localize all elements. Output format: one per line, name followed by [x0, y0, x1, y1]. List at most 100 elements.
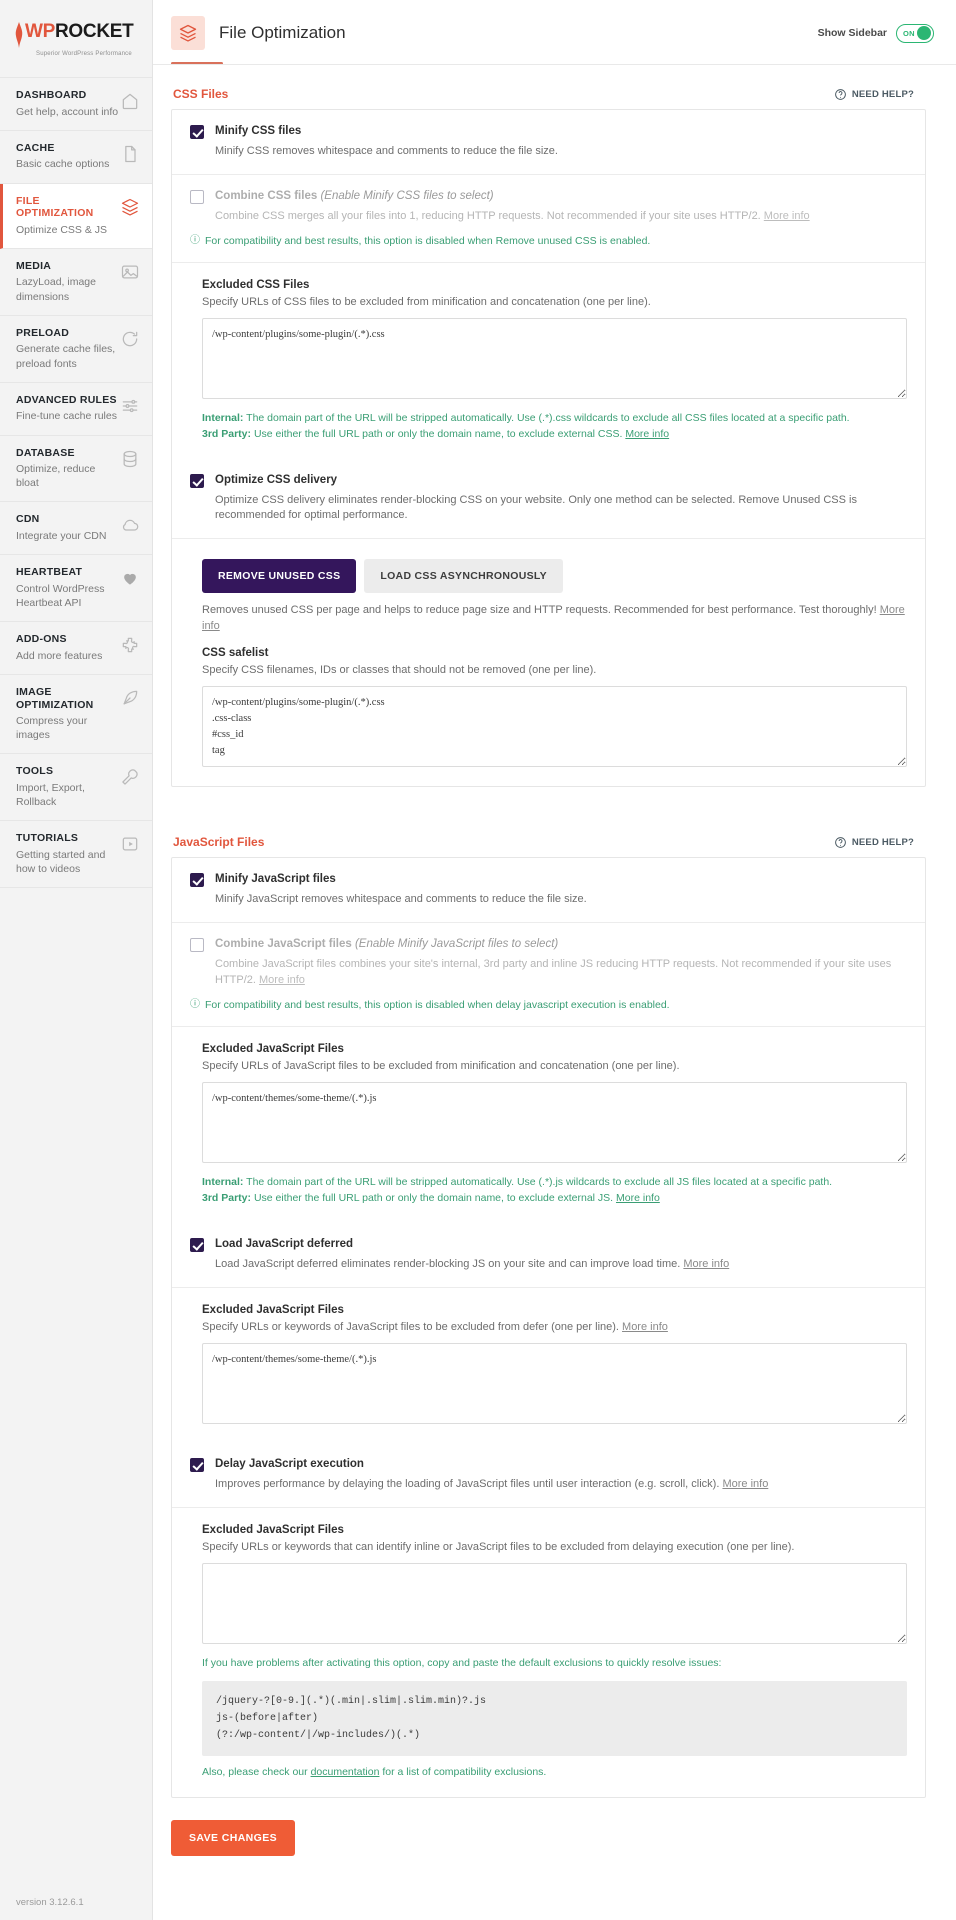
rocket-flame-icon — [15, 22, 23, 48]
css-safelist-textarea[interactable] — [202, 686, 907, 768]
optimize-css-delivery-checkbox[interactable] — [190, 473, 204, 488]
sidebar-item-tools[interactable]: TOOLS Import, Export, Rollback — [0, 754, 152, 822]
defer-excluded-block: Excluded JavaScript Files Specify URLs o… — [172, 1288, 925, 1443]
sidebar-item-media[interactable]: MEDIA LazyLoad, image dimensions — [0, 248, 152, 316]
logo: WPROCKET Superior WordPress Performance — [0, 0, 152, 77]
sidebar-item-tutorials[interactable]: TUTORIALS Getting started and how to vid… — [0, 821, 152, 889]
sidebar-item-subtitle: Optimize, reduce bloat — [16, 463, 96, 490]
defer-excluded-title: Excluded JavaScript Files — [202, 1303, 344, 1316]
sidebar-item-add-ons[interactable]: ADD-ONS Add more features — [0, 622, 152, 675]
combine-js-checkbox[interactable] — [190, 938, 204, 953]
css-files-panel: Minify CSS files Minify CSS removes whit… — [171, 109, 926, 788]
sidebar-item-dashboard[interactable]: DASHBOARD Get help, account info — [0, 78, 152, 131]
excluded-js-textarea[interactable] — [202, 1082, 907, 1164]
sidebar-item-title: TOOLS — [16, 765, 54, 778]
combine-css-checkbox[interactable] — [190, 189, 204, 204]
documentation-link[interactable]: documentation — [311, 1766, 380, 1778]
defer-excluded-textarea[interactable] — [202, 1342, 907, 1424]
sidebar-item-title: FILE OPTIMIZATION — [16, 194, 94, 220]
delay-excluded-block: Excluded JavaScript Files Specify URLs o… — [172, 1508, 925, 1798]
defer-excluded-more-info-link[interactable]: More info — [622, 1321, 668, 1333]
combine-css-label: Combine CSS files (Enable Minify CSS fil… — [215, 189, 494, 204]
delay-documentation-text: Also, please check our documentation for… — [202, 1765, 907, 1781]
sidebar-item-subtitle: Basic cache options — [16, 158, 110, 171]
combine-css-label-hint: (Enable Minify CSS files to select) — [320, 189, 494, 202]
show-sidebar-toggle[interactable]: ON — [896, 23, 934, 43]
excluded-js-more-info-link[interactable]: More info — [616, 1192, 660, 1204]
delay-more-info-link[interactable]: More info — [722, 1478, 768, 1490]
combine-js-notice-text: For compatibility and best results, this… — [205, 999, 670, 1012]
javascript-files-panel: Minify JavaScript files Minify JavaScrip… — [171, 857, 926, 1799]
logo-wp-text: WP — [25, 21, 56, 42]
combine-css-label-text: Combine CSS files — [215, 189, 321, 202]
minify-js-checkbox[interactable] — [190, 873, 204, 888]
css-delivery-desc-text: Removes unused CSS per page and helps to… — [202, 604, 880, 617]
combine-css-more-info-link[interactable]: More info — [764, 210, 810, 222]
excluded-css-third-text: Use either the full URL path or only the… — [251, 427, 626, 440]
optimize-css-delivery-row: Optimize CSS delivery Optimize CSS deliv… — [172, 459, 925, 540]
wrench-icon — [122, 769, 138, 786]
load-js-deferred-checkbox[interactable] — [190, 1237, 204, 1252]
sidebar-item-subtitle: Getting started and how to videos — [16, 849, 106, 876]
css-safelist-subtitle: Specify CSS filenames, IDs or classes th… — [202, 664, 597, 677]
save-changes-button[interactable]: SAVE CHANGES — [171, 1820, 296, 1857]
sidebar-item-title: DATABASE — [16, 446, 75, 459]
defer-excluded-subtitle: Specify URLs or keywords of JavaScript f… — [202, 1321, 907, 1333]
delay-desc-text: Improves performance by delaying the loa… — [215, 1477, 723, 1490]
css-delivery-method-buttons: REMOVE UNUSED CSS LOAD CSS ASYNCHRONOUSL… — [202, 559, 907, 594]
sidebar-item-title: CACHE — [16, 141, 55, 154]
feather-icon — [123, 690, 138, 705]
minify-js-description: Minify JavaScript removes whitespace and… — [215, 893, 587, 906]
sidebar-item-database[interactable]: DATABASE Optimize, reduce bloat — [0, 435, 152, 503]
sidebar-item-image-optimization[interactable]: IMAGE OPTIMIZATION Compress your images — [0, 674, 152, 755]
sliders-icon — [122, 399, 138, 412]
heart-icon — [124, 574, 136, 585]
sidebar-item-heartbeat[interactable]: HEARTBEAT Control WordPress Heartbeat AP… — [0, 555, 152, 623]
delay-excluded-textarea[interactable] — [202, 1562, 907, 1644]
sidebar-item-subtitle: Import, Export, Rollback — [16, 782, 85, 809]
delay-js-execution-description: Improves performance by delaying the loa… — [215, 1477, 907, 1493]
css-delivery-method-block: REMOVE UNUSED CSS LOAD CSS ASYNCHRONOUSL… — [172, 539, 925, 786]
css-need-help-label: NEED HELP? — [851, 88, 914, 100]
sidebar-item-title: IMAGE OPTIMIZATION — [16, 685, 94, 711]
excluded-css-more-info-link[interactable]: More info — [625, 428, 669, 440]
js-need-help-label: NEED HELP? — [851, 836, 914, 848]
excluded-js-title: Excluded JavaScript Files — [202, 1043, 344, 1056]
css-need-help-link[interactable]: NEED HELP? — [834, 88, 914, 101]
delay-excluded-subtitle: Specify URLs or keywords that can identi… — [202, 1540, 795, 1553]
page-header: File Optimization Show Sidebar ON — [153, 0, 956, 50]
sidebar: WPROCKET Superior WordPress Performance … — [0, 0, 153, 1920]
minify-css-description: Minify CSS removes whitespace and commen… — [215, 145, 558, 157]
delay-problems-text: If you have problems after activating th… — [202, 1656, 722, 1669]
sidebar-item-advanced-rules[interactable]: ADVANCED RULES Fine-tune cache rules — [0, 382, 152, 436]
doc-prefix-text: Also, please check our — [202, 1766, 311, 1779]
load-css-asynchronously-button[interactable]: LOAD CSS ASYNCHRONOUSLY — [364, 559, 563, 594]
minify-css-checkbox[interactable] — [190, 125, 204, 139]
database-icon — [123, 450, 137, 467]
logo-tagline: Superior WordPress Performance — [36, 51, 132, 57]
sidebar-item-cdn[interactable]: CDN Integrate your CDN — [0, 502, 152, 556]
excluded-css-title: Excluded CSS Files — [202, 279, 310, 292]
delay-js-execution-checkbox[interactable] — [190, 1457, 204, 1472]
css-delivery-buttons-description: Removes unused CSS per page and helps to… — [202, 603, 907, 635]
combine-js-more-info-link[interactable]: More info — [259, 974, 305, 986]
remove-unused-css-button[interactable]: REMOVE UNUSED CSS — [202, 559, 357, 594]
sidebar-item-file-optimization[interactable]: FILE OPTIMIZATION Optimize CSS & JS — [0, 183, 152, 249]
defer-more-info-link[interactable]: More info — [683, 1258, 729, 1270]
excluded-css-textarea[interactable] — [202, 318, 907, 400]
toggle-state-label: ON — [903, 28, 915, 38]
excluded-js-block: Excluded JavaScript Files Specify URLs o… — [172, 1027, 925, 1223]
js-need-help-link[interactable]: NEED HELP? — [834, 836, 914, 849]
combine-js-label: Combine JavaScript files (Enable Minify … — [215, 937, 558, 952]
sidebar-item-preload[interactable]: PRELOAD Generate cache files, preload fo… — [0, 315, 152, 383]
combine-js-label-text: Combine JavaScript files — [215, 938, 355, 951]
sidebar-item-title: ADVANCED RULES — [16, 393, 117, 406]
sidebar-item-cache[interactable]: CACHE Basic cache options — [0, 130, 152, 184]
combine-css-desc-text: Combine CSS merges all your files into 1… — [215, 209, 764, 222]
excluded-js-third-label: 3rd Party: — [202, 1192, 252, 1205]
sidebar-item-title: PRELOAD — [16, 326, 70, 339]
help-icon — [834, 88, 846, 100]
sidebar-item-subtitle: LazyLoad, image dimensions — [16, 276, 96, 303]
doc-suffix-text: for a list of compatibility exclusions. — [379, 1766, 547, 1779]
delay-default-exclusions-code: /jquery-?[0-9.](.*)(.min|.slim|.slim.min… — [202, 1681, 907, 1757]
